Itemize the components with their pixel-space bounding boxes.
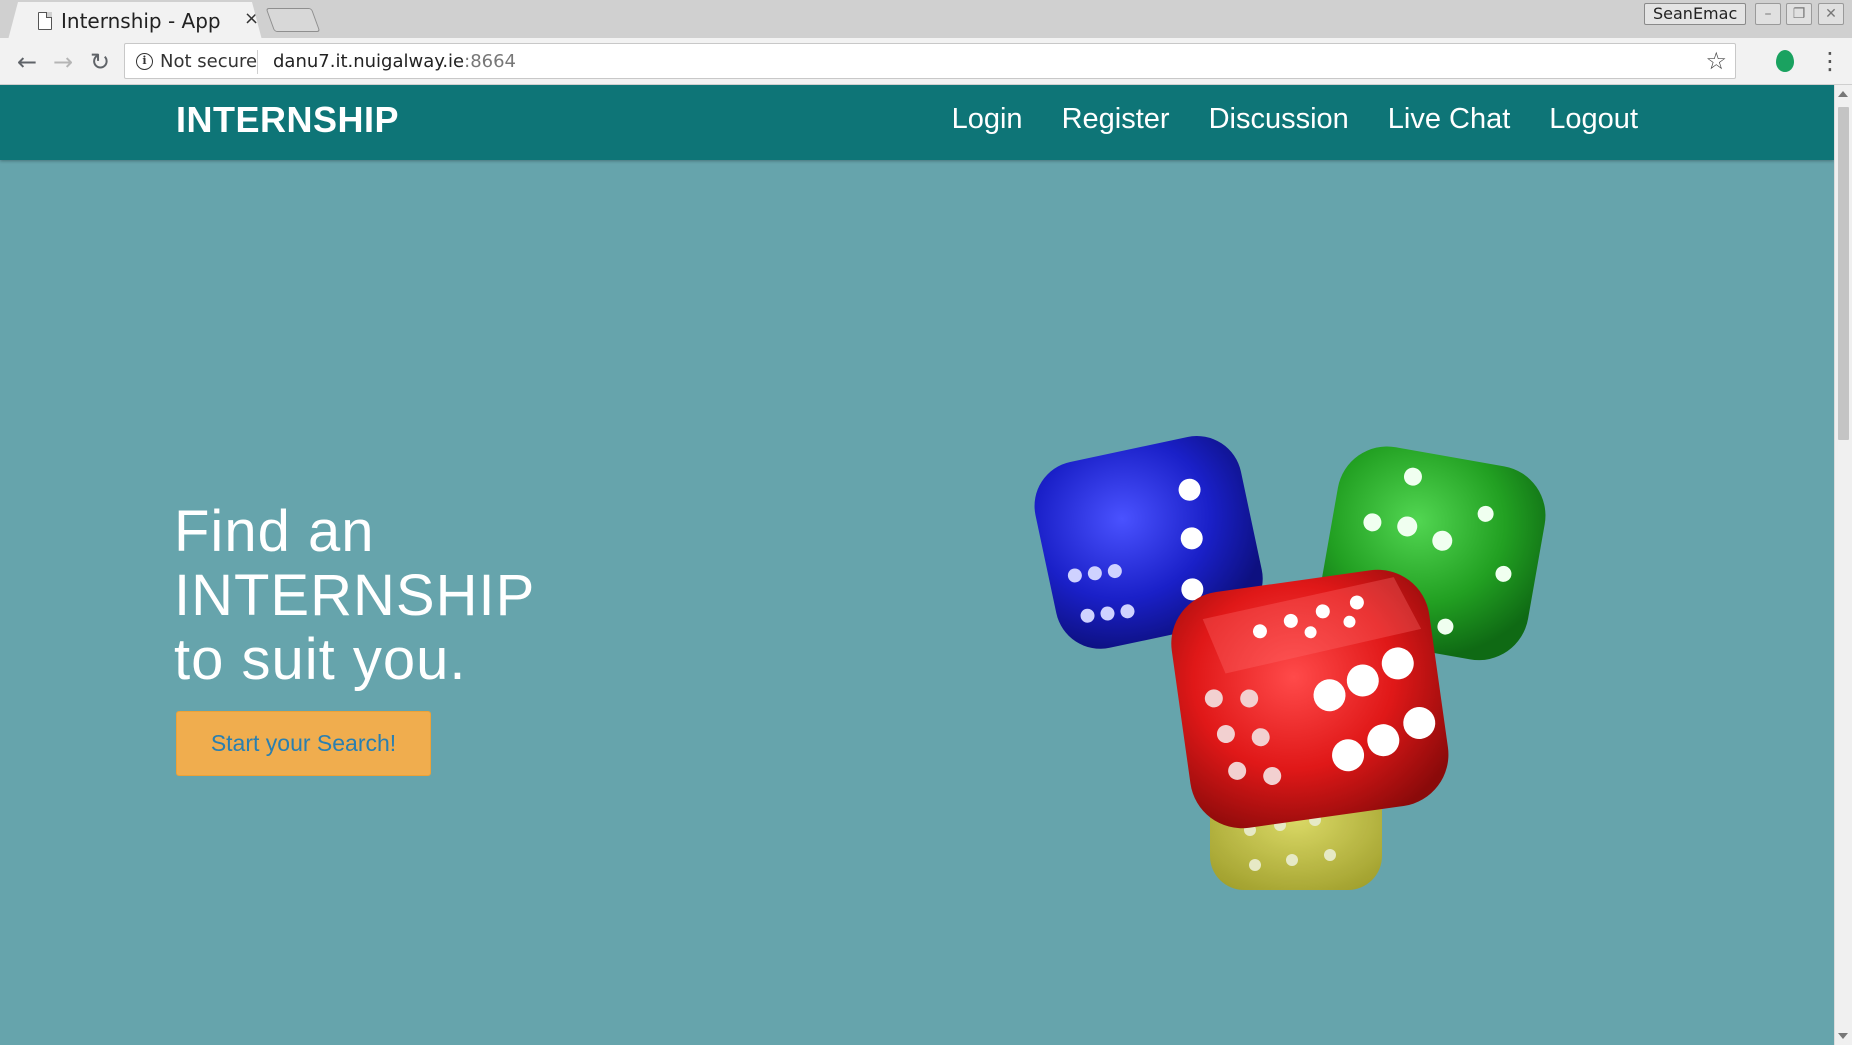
minimize-icon[interactable]: – bbox=[1755, 3, 1781, 25]
nav-register[interactable]: Register bbox=[1062, 103, 1170, 136]
site-navbar: INTERNSHIP Login Register Discussion Liv… bbox=[0, 85, 1834, 160]
page-favicon-icon bbox=[38, 12, 52, 30]
extension-icon[interactable] bbox=[1776, 50, 1794, 72]
nav-logout[interactable]: Logout bbox=[1549, 103, 1638, 136]
url-port: :8664 bbox=[464, 51, 517, 72]
browser-tab[interactable]: Internship - App × bbox=[8, 2, 262, 40]
nav-live-chat[interactable]: Live Chat bbox=[1388, 103, 1511, 136]
nav-login[interactable]: Login bbox=[952, 103, 1023, 136]
restore-icon[interactable]: ❐ bbox=[1786, 3, 1812, 25]
forward-arrow-icon[interactable]: → bbox=[48, 47, 78, 77]
scroll-thumb[interactable] bbox=[1838, 107, 1849, 440]
red-die bbox=[1171, 569, 1449, 829]
nav-discussion[interactable]: Discussion bbox=[1209, 103, 1349, 136]
hero-heading-line: to suit you. bbox=[174, 627, 467, 692]
hero-heading: Find an INTERNSHIP to suit you. bbox=[174, 500, 734, 692]
dice-image bbox=[1034, 436, 1546, 890]
reload-icon[interactable]: ↻ bbox=[85, 47, 115, 77]
url-separator bbox=[257, 50, 258, 74]
star-icon[interactable]: ☆ bbox=[1705, 47, 1727, 75]
nav-links: Login Register Discussion Live Chat Logo… bbox=[952, 103, 1638, 136]
page-viewport: INTERNSHIP Login Register Discussion Liv… bbox=[0, 85, 1834, 1045]
scroll-down-icon[interactable] bbox=[1838, 1033, 1848, 1039]
start-search-button[interactable]: Start your Search! bbox=[176, 711, 431, 776]
close-window-icon[interactable]: ✕ bbox=[1818, 3, 1844, 25]
profile-button[interactable]: SeanEmac bbox=[1644, 3, 1747, 25]
back-arrow-icon[interactable]: ← bbox=[12, 47, 42, 77]
hero-heading-line: Find an bbox=[174, 499, 375, 564]
tab-close-icon[interactable]: × bbox=[244, 8, 259, 29]
url-host: danu7.it.nuigalway.ie bbox=[273, 51, 465, 72]
scroll-up-icon[interactable] bbox=[1838, 91, 1848, 97]
security-label[interactable]: Not secure bbox=[160, 51, 257, 72]
page-scrollbar[interactable] bbox=[1834, 85, 1852, 1045]
browser-toolbar: ← → ↻ i Not secure danu7.it.nuigalway.ie… bbox=[0, 38, 1852, 85]
kebab-menu-icon[interactable]: ⋮ bbox=[1818, 46, 1842, 76]
site-brand[interactable]: INTERNSHIP bbox=[176, 99, 399, 141]
browser-titlebar: Internship - App × SeanEmac – ❐ ✕ bbox=[0, 0, 1852, 40]
address-bar[interactable]: i Not secure danu7.it.nuigalway.ie:8664 … bbox=[124, 43, 1736, 79]
new-tab-button[interactable] bbox=[265, 8, 321, 32]
tab-title: Internship - App bbox=[61, 9, 221, 33]
info-icon[interactable]: i bbox=[136, 53, 153, 70]
hero-heading-line: INTERNSHIP bbox=[174, 563, 536, 628]
url-text[interactable]: danu7.it.nuigalway.ie:8664 bbox=[273, 51, 516, 72]
